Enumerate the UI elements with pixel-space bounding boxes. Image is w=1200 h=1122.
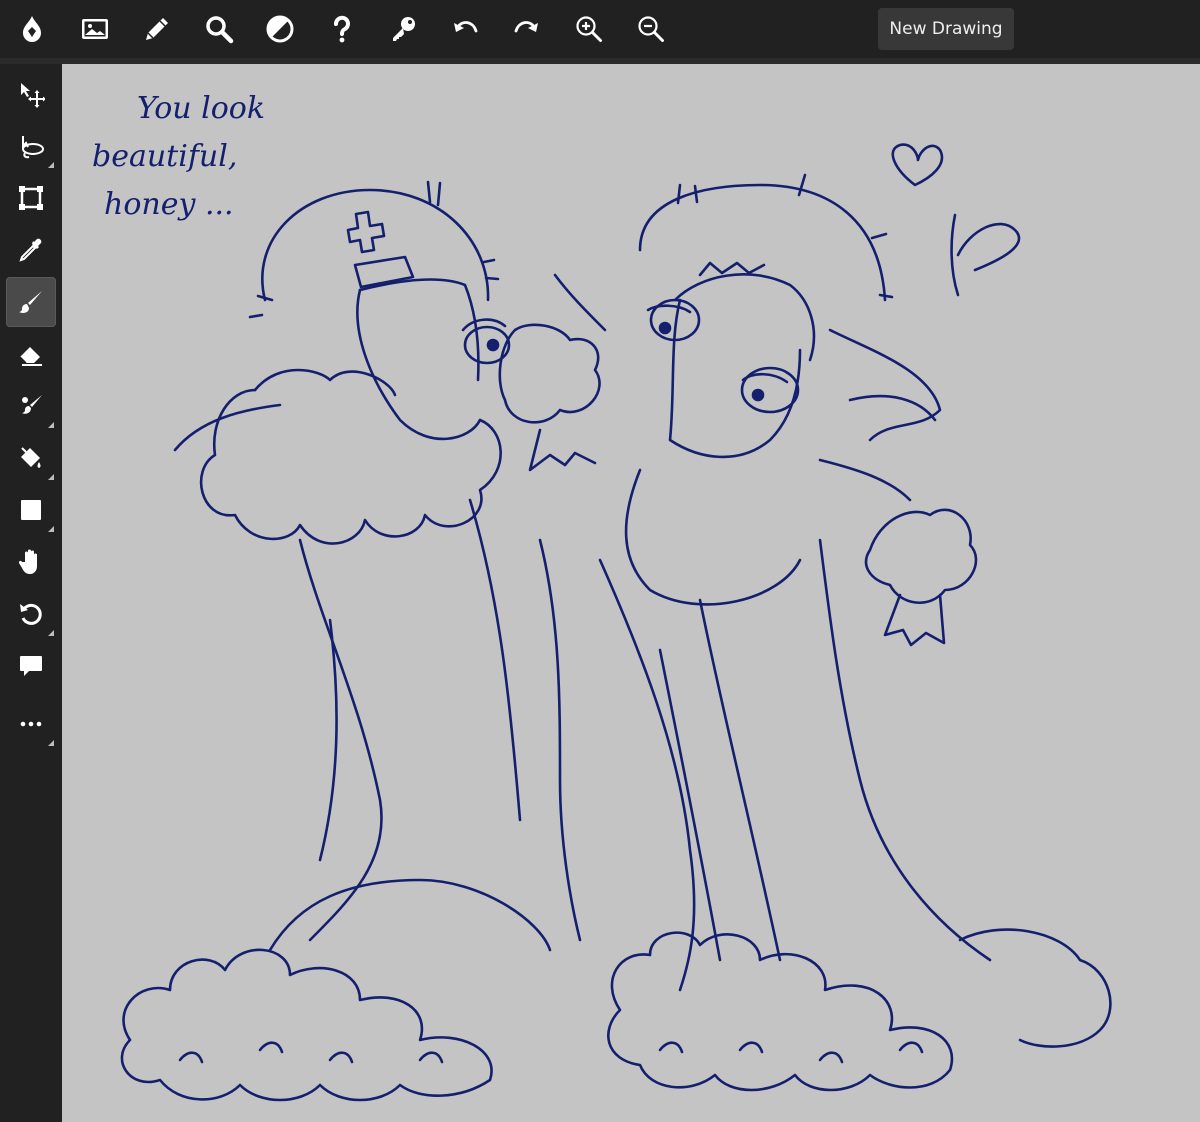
drawing-canvas[interactable]: You look beautiful, honey ... (62, 64, 1200, 1122)
text-tool[interactable] (6, 641, 56, 691)
key-icon[interactable] (376, 0, 432, 58)
help-icon[interactable] (314, 0, 370, 58)
lasso-icon (22, 136, 44, 159)
eyedropper-icon (19, 238, 42, 262)
speech-bubble-icon (20, 656, 42, 676)
top-toolbar: New Drawing (0, 0, 1200, 58)
brushes-icon (22, 395, 42, 414)
pencil-icon[interactable] (129, 0, 185, 58)
handwriting-line-2: beautiful, (92, 139, 238, 174)
sketch-artwork (120, 143, 1112, 1102)
zoom-in-icon[interactable] (561, 0, 617, 58)
new-drawing-button[interactable]: New Drawing (878, 8, 1014, 50)
transform-tool[interactable] (6, 173, 56, 223)
eraser-tool[interactable] (6, 329, 56, 379)
eyedropper-tool[interactable] (6, 225, 56, 275)
brush-tool[interactable] (6, 277, 56, 327)
redo-icon[interactable] (499, 0, 555, 58)
eraser-icon (19, 347, 42, 366)
rotate-ccw-icon (20, 603, 42, 625)
hand-tool[interactable] (6, 537, 56, 587)
tool-sidebar (0, 64, 62, 1122)
bounding-box-icon (19, 186, 43, 210)
move-tool[interactable] (6, 69, 56, 119)
shape-tool[interactable] (6, 485, 56, 535)
hand-icon (18, 549, 37, 574)
search-icon[interactable] (191, 0, 247, 58)
app-logo-icon[interactable] (4, 0, 60, 58)
handwriting-line-1: You look (137, 91, 266, 126)
handwriting-line-3: honey ... (104, 187, 234, 222)
ellipsis-icon (20, 721, 42, 727)
arrow-move-icon (21, 83, 45, 108)
zoom-out-icon[interactable] (623, 0, 679, 58)
contrast-icon[interactable] (252, 0, 308, 58)
undo-icon[interactable] (437, 0, 493, 58)
image-icon[interactable] (67, 0, 123, 58)
brush-icon (19, 291, 42, 313)
square-icon (21, 500, 41, 520)
more-tools[interactable] (6, 699, 56, 749)
paint-bucket-icon (21, 447, 41, 468)
fill-tool[interactable] (6, 433, 56, 483)
smudge-tool[interactable] (6, 381, 56, 431)
rotate-tool[interactable] (6, 589, 56, 639)
lasso-tool[interactable] (6, 121, 56, 171)
